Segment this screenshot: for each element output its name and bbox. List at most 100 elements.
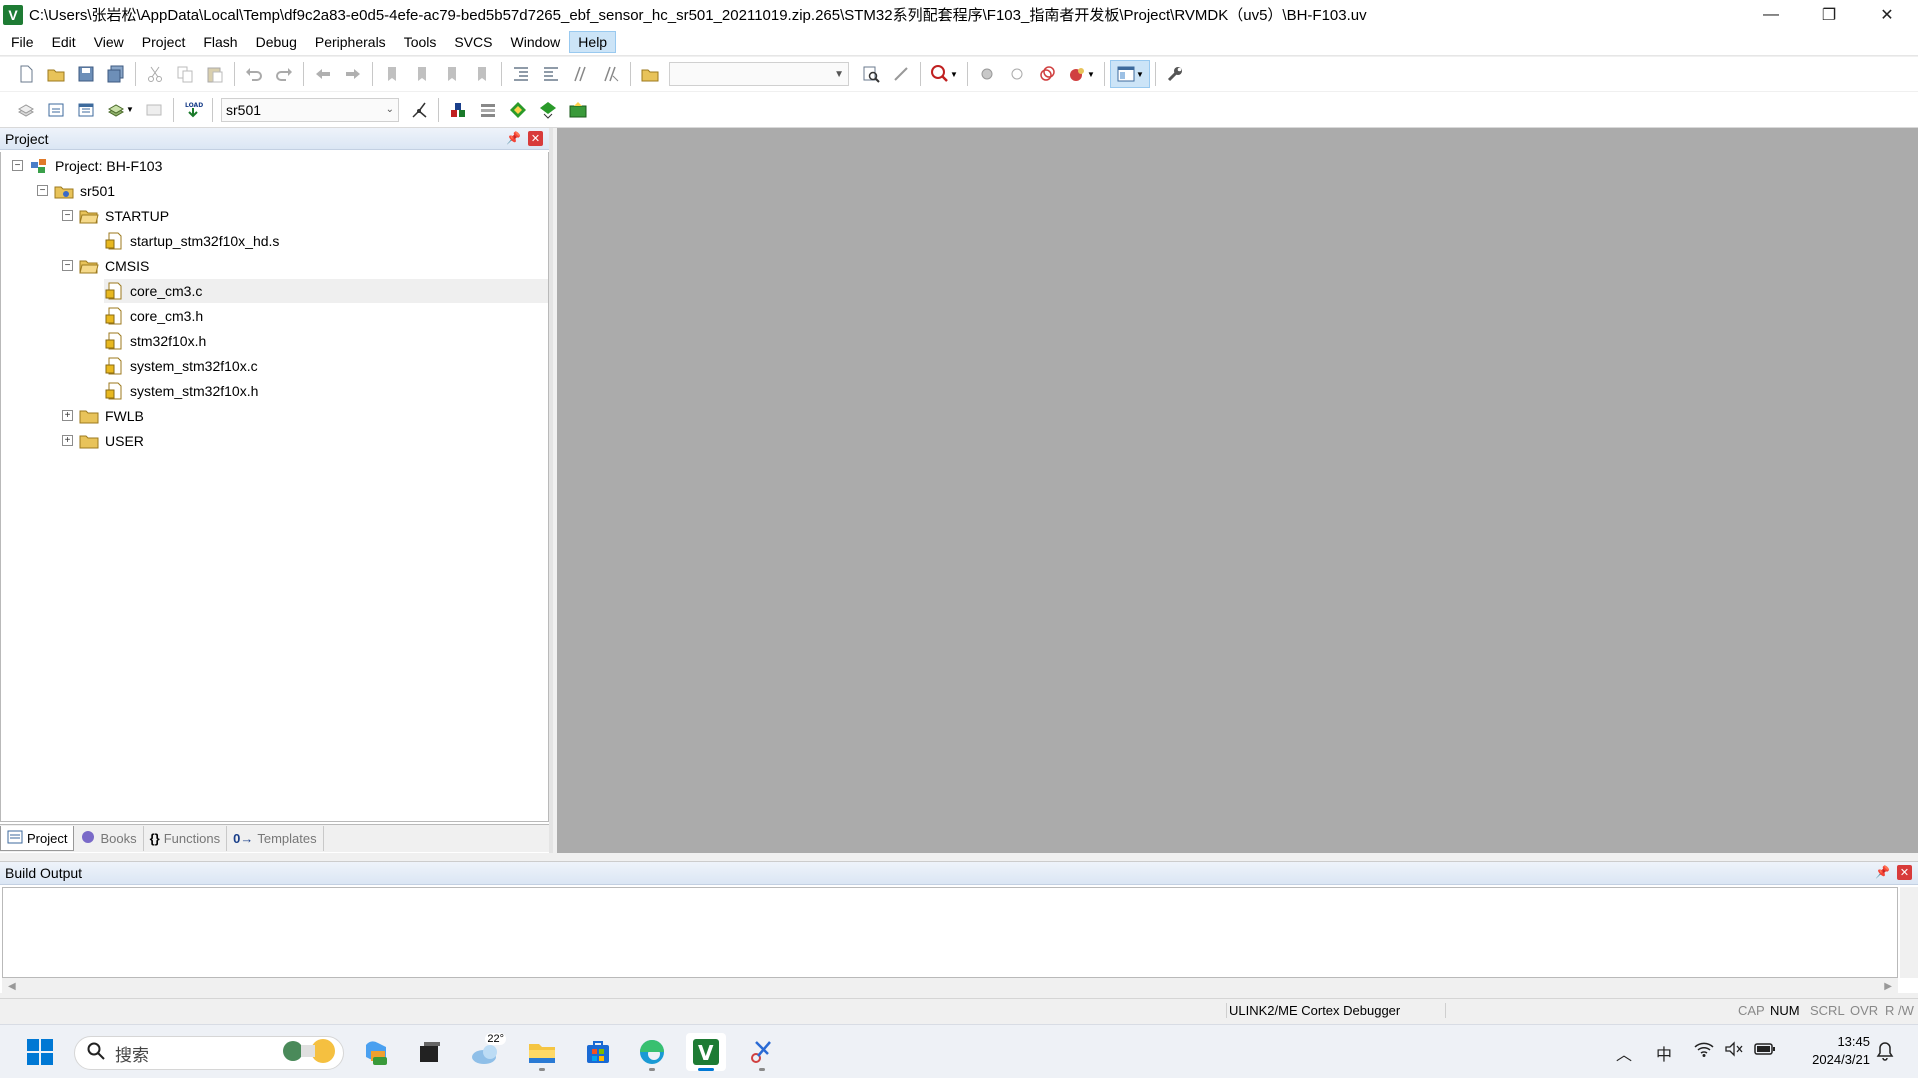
battery-icon[interactable] [1754, 1041, 1776, 1062]
indent-icon[interactable] [507, 60, 535, 88]
tree-file[interactable]: startup_stm32f10x_hd.s [104, 229, 279, 253]
stop-build-icon[interactable] [140, 96, 168, 124]
minimize-button[interactable]: — [1742, 0, 1800, 29]
menu-peripherals[interactable]: Peripherals [306, 31, 395, 53]
uncomment-icon[interactable] [597, 60, 625, 88]
software-packs-icon[interactable] [564, 96, 592, 124]
incremental-find-icon[interactable] [857, 60, 885, 88]
download-load-icon[interactable]: LOAD [179, 96, 207, 124]
menu-tools[interactable]: Tools [395, 31, 446, 53]
tree-file[interactable]: stm32f10x.h [104, 329, 206, 353]
tree-group-startup[interactable]: STARTUP [79, 204, 169, 228]
tree-group-user[interactable]: USER [79, 429, 144, 453]
task-view-icon[interactable] [410, 1033, 450, 1071]
paste-icon[interactable] [201, 60, 229, 88]
ime-indicator[interactable]: 中 [1656, 1041, 1672, 1065]
build-output-text[interactable] [2, 887, 1898, 978]
vertical-scrollbar[interactable] [1900, 887, 1918, 978]
expand-icon[interactable]: + [62, 410, 73, 421]
target-select[interactable]: sr501 ⌄ [221, 97, 399, 122]
enable-breakpoint-icon[interactable] [1003, 60, 1031, 88]
pin-icon[interactable]: 📌 [506, 131, 521, 145]
tree-file[interactable]: core_cm3.h [104, 304, 203, 328]
menu-help[interactable]: Help [569, 31, 617, 53]
menu-flash[interactable]: Flash [194, 31, 246, 53]
scroll-left-icon[interactable]: ◀ [8, 981, 16, 992]
file-explorer-icon[interactable] [522, 1033, 562, 1071]
navigate-forward-icon[interactable] [339, 60, 367, 88]
configure-wrench-icon[interactable] [1161, 60, 1189, 88]
show-hidden-icons-chevron-icon[interactable]: ︿ [1616, 1041, 1632, 1065]
taskbar-clock[interactable]: 13:45 2024/3/21 [1780, 1033, 1870, 1069]
pin-icon[interactable]: 📌 [1875, 865, 1890, 879]
menu-window[interactable]: Window [502, 31, 570, 53]
save-all-icon[interactable] [102, 60, 130, 88]
keil-app-icon[interactable]: V [3, 4, 23, 25]
microsoft-store-icon[interactable] [578, 1033, 618, 1071]
copilot-icon[interactable] [356, 1033, 396, 1071]
notification-bell-icon[interactable] [1876, 1041, 1894, 1066]
find-in-files-icon[interactable] [636, 60, 664, 88]
taskbar-search[interactable]: 搜索 [74, 1036, 344, 1070]
new-file-icon[interactable] [12, 60, 40, 88]
rebuild-icon[interactable] [72, 96, 100, 124]
menu-view[interactable]: View [85, 31, 133, 53]
debug-session-icon[interactable] [887, 60, 915, 88]
tree-file[interactable]: system_stm32f10x.h [104, 379, 258, 403]
tree-group-fwlb[interactable]: FWLB [79, 404, 144, 428]
tree-file-selected[interactable]: core_cm3.c [104, 279, 548, 303]
find-combo[interactable]: ▼ [669, 62, 849, 86]
manage-project-items-icon[interactable] [444, 96, 472, 124]
undo-icon[interactable] [240, 60, 268, 88]
build-icon[interactable] [42, 96, 70, 124]
pack-installer-icon[interactable] [534, 96, 562, 124]
navigate-back-icon[interactable] [309, 60, 337, 88]
unindent-icon[interactable] [537, 60, 565, 88]
menu-debug[interactable]: Debug [247, 31, 306, 53]
weather-icon[interactable]: 22° [466, 1033, 506, 1071]
disable-breakpoints-icon[interactable] [1033, 60, 1061, 88]
collapse-icon[interactable]: − [62, 260, 73, 271]
expand-icon[interactable]: + [62, 435, 73, 446]
snipping-tool-icon[interactable] [742, 1033, 782, 1071]
bookmark-clear-icon[interactable] [468, 60, 496, 88]
bookmark-next-icon[interactable] [438, 60, 466, 88]
keil-uvision-icon[interactable]: V [686, 1033, 726, 1071]
volume-muted-icon[interactable] [1724, 1041, 1744, 1062]
cut-icon[interactable] [141, 60, 169, 88]
collapse-icon[interactable]: − [62, 210, 73, 221]
collapse-icon[interactable]: − [12, 160, 23, 171]
start-debug-icon[interactable]: ▼ [926, 60, 962, 88]
tab-templates[interactable]: 0→ Templates [227, 826, 324, 851]
menu-edit[interactable]: Edit [43, 31, 85, 53]
comment-icon[interactable] [567, 60, 595, 88]
target-options-icon[interactable] [405, 96, 433, 124]
copy-icon[interactable] [171, 60, 199, 88]
collapse-icon[interactable]: − [37, 185, 48, 196]
insert-breakpoint-icon[interactable] [973, 60, 1001, 88]
menu-svcs[interactable]: SVCS [445, 31, 501, 53]
translate-icon[interactable] [12, 96, 40, 124]
close-icon[interactable]: ✕ [528, 131, 543, 146]
save-icon[interactable] [72, 60, 100, 88]
tab-project[interactable]: Project [0, 826, 75, 851]
open-folder-icon[interactable] [42, 60, 70, 88]
window-layout-icon[interactable]: ▼ [1110, 60, 1150, 88]
start-windows-icon[interactable] [20, 1033, 60, 1071]
edge-browser-icon[interactable] [632, 1033, 672, 1071]
tab-books[interactable]: Books [74, 826, 144, 851]
bookmark-prev-icon[interactable] [408, 60, 436, 88]
bookmark-insert-icon[interactable] [378, 60, 406, 88]
select-packs-icon[interactable] [474, 96, 502, 124]
close-icon[interactable]: ✕ [1897, 865, 1912, 880]
wifi-icon[interactable] [1694, 1041, 1714, 1062]
kill-breakpoints-icon[interactable]: ▼ [1063, 60, 1099, 88]
horizontal-scrollbar[interactable]: ◀ ▶ [2, 978, 1898, 994]
menu-project[interactable]: Project [133, 31, 195, 53]
restore-button[interactable]: ❐ [1800, 0, 1858, 29]
scroll-right-icon[interactable]: ▶ [1884, 981, 1892, 992]
batch-build-icon[interactable]: ▼ [102, 96, 138, 124]
manage-rte-icon[interactable] [504, 96, 532, 124]
tree-file[interactable]: system_stm32f10x.c [104, 354, 258, 378]
tab-functions[interactable]: {} Functions [144, 826, 228, 851]
